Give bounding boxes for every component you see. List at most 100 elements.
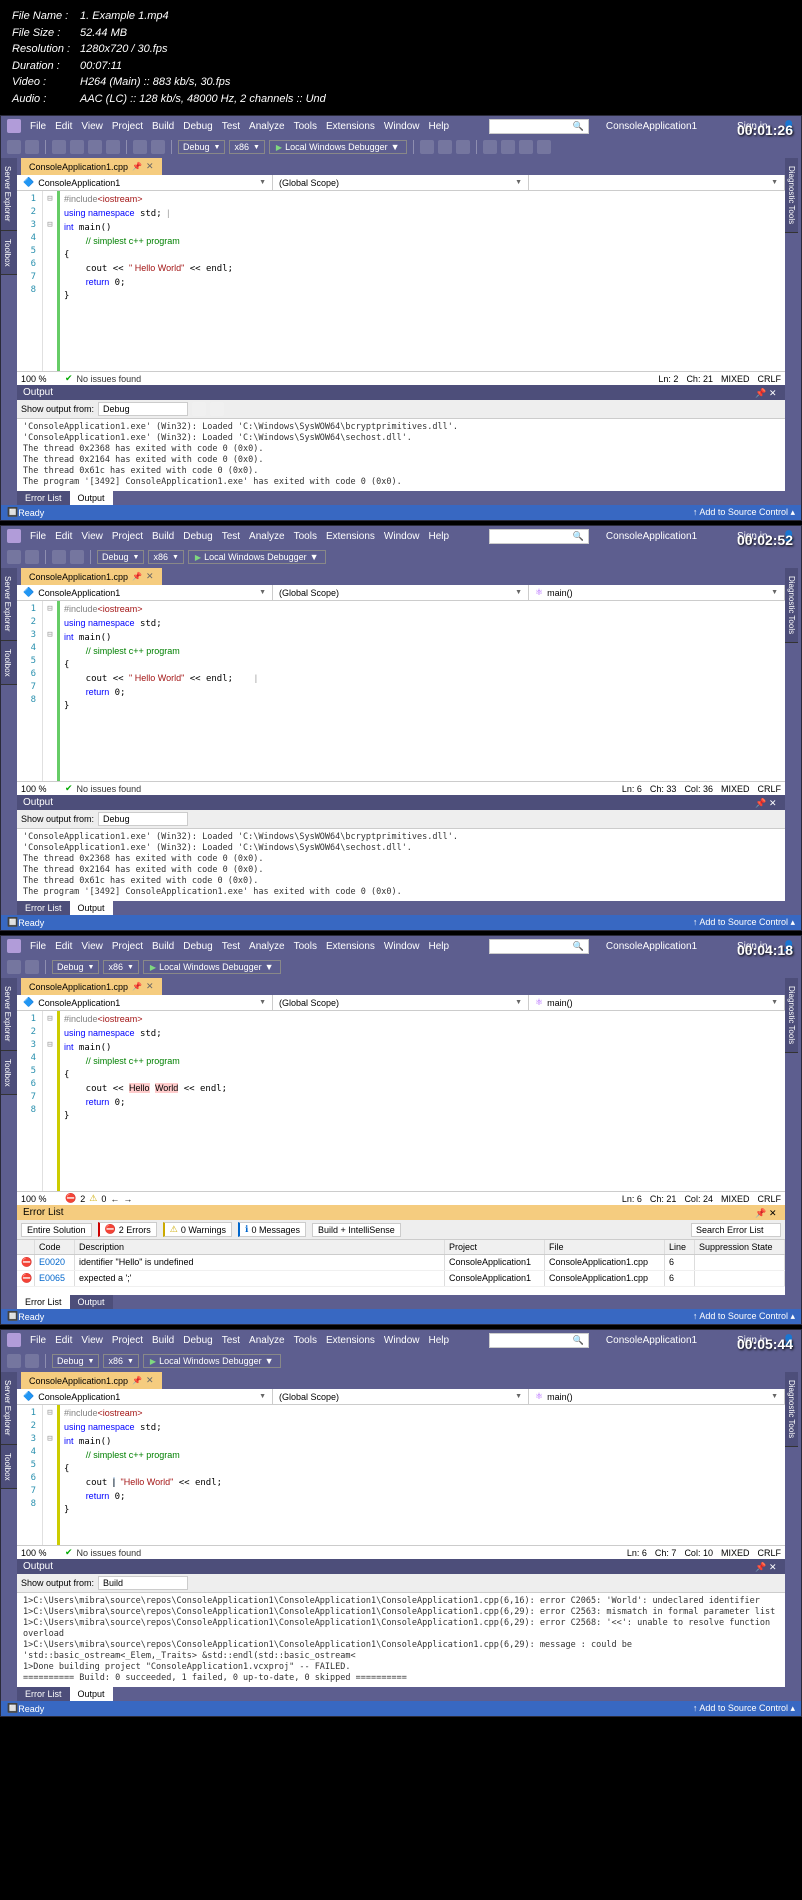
tb-icon[interactable]: [420, 140, 434, 154]
file-tab[interactable]: ConsoleApplication1.cpp📌✕: [21, 568, 162, 585]
menu-help[interactable]: Help: [428, 121, 449, 132]
close-icon[interactable]: ✕: [769, 1208, 779, 1218]
menu-help[interactable]: Help: [428, 531, 449, 542]
platform-dropdown[interactable]: x86▼: [103, 1354, 138, 1368]
col-project[interactable]: Project: [445, 1240, 545, 1254]
save-button[interactable]: [88, 140, 102, 154]
col-code[interactable]: Code: [35, 1240, 75, 1254]
tb-icon[interactable]: [210, 402, 224, 416]
global-scope[interactable]: (Global Scope)▼: [273, 1389, 529, 1404]
zoom-level[interactable]: 100 %: [21, 1194, 61, 1204]
menu-help[interactable]: Help: [428, 941, 449, 952]
save-button[interactable]: [52, 550, 66, 564]
platform-dropdown[interactable]: x86▼: [103, 960, 138, 974]
config-dropdown[interactable]: Debug▼: [52, 1354, 99, 1368]
menu-help[interactable]: Help: [428, 1335, 449, 1346]
undo-button[interactable]: [133, 140, 147, 154]
warnings-filter[interactable]: ⚠0 Warnings: [163, 1222, 232, 1237]
menu-analyze[interactable]: Analyze: [249, 1335, 285, 1346]
zoom-level[interactable]: 100 %: [21, 1548, 61, 1558]
pin-icon[interactable]: 📌: [132, 1376, 142, 1385]
project-scope[interactable]: 🔷ConsoleApplication1▼: [17, 995, 273, 1010]
global-scope[interactable]: (Global Scope)▼: [273, 175, 529, 190]
output-text[interactable]: 1>C:\Users\mibra\source\repos\ConsoleApp…: [17, 1593, 785, 1687]
project-scope[interactable]: 🔷ConsoleApplication1▼: [17, 1389, 273, 1404]
menu-debug[interactable]: Debug: [183, 121, 212, 132]
code-editor[interactable]: 12345678 ⊟⊟ #include<iostream> using nam…: [17, 1011, 785, 1191]
menu-extensions[interactable]: Extensions: [326, 1335, 375, 1346]
member-scope[interactable]: ⚛ main()▼: [529, 585, 785, 600]
tb-icon[interactable]: [483, 140, 497, 154]
close-icon[interactable]: ✕: [769, 1562, 779, 1572]
toolbox-tab[interactable]: Toolbox: [1, 1051, 17, 1096]
menu-extensions[interactable]: Extensions: [326, 941, 375, 952]
col-line[interactable]: Line: [665, 1240, 695, 1254]
messages-filter[interactable]: ℹ0 Messages: [238, 1222, 306, 1237]
forward-button[interactable]: [25, 140, 39, 154]
pin-icon[interactable]: 📌: [755, 1562, 765, 1572]
menu-tools[interactable]: Tools: [294, 121, 317, 132]
pin-icon[interactable]: 📌: [755, 1208, 765, 1218]
file-tab[interactable]: ConsoleApplication1.cpp📌✕: [21, 978, 162, 995]
error-list-tab[interactable]: Error List: [17, 1295, 70, 1309]
menu-window[interactable]: Window: [384, 121, 420, 132]
menu-test[interactable]: Test: [222, 121, 240, 132]
tb-icon[interactable]: [192, 402, 206, 416]
menu-project[interactable]: Project: [112, 941, 143, 952]
code-editor[interactable]: 12345678 ⊟⊟ #include<iostream> using nam…: [17, 1405, 785, 1545]
open-button[interactable]: [70, 140, 84, 154]
menu-tools[interactable]: Tools: [294, 941, 317, 952]
menu-build[interactable]: Build: [152, 941, 174, 952]
col-file[interactable]: File: [545, 1240, 665, 1254]
save-all-button[interactable]: [70, 550, 84, 564]
pin-icon[interactable]: 📌: [132, 572, 142, 581]
error-row[interactable]: ⛔ E0065 expected a ';' ConsoleApplicatio…: [17, 1271, 785, 1287]
global-scope[interactable]: (Global Scope)▼: [273, 995, 529, 1010]
output-source-dropdown[interactable]: Debug: [98, 812, 188, 826]
tb-icon[interactable]: [537, 140, 551, 154]
server-explorer-tab[interactable]: Server Explorer: [1, 1372, 17, 1445]
menu-analyze[interactable]: Analyze: [249, 941, 285, 952]
menu-debug[interactable]: Debug: [183, 531, 212, 542]
pin-icon[interactable]: 📌: [132, 162, 142, 171]
server-explorer-tab[interactable]: Server Explorer: [1, 158, 17, 231]
error-row[interactable]: ⛔ E0020 identifier "Hello" is undefined …: [17, 1255, 785, 1271]
server-explorer-tab[interactable]: Server Explorer: [1, 978, 17, 1051]
menu-project[interactable]: Project: [112, 1335, 143, 1346]
menu-test[interactable]: Test: [222, 941, 240, 952]
menu-edit[interactable]: Edit: [55, 531, 72, 542]
menu-edit[interactable]: Edit: [55, 941, 72, 952]
col-supp[interactable]: Suppression State: [695, 1240, 785, 1254]
platform-dropdown[interactable]: x86▼: [229, 140, 264, 154]
back-button[interactable]: [7, 140, 21, 154]
back-button[interactable]: [7, 1354, 21, 1368]
menu-tools[interactable]: Tools: [294, 1335, 317, 1346]
menu-view[interactable]: View: [81, 941, 103, 952]
global-scope[interactable]: (Global Scope)▼: [273, 585, 529, 600]
error-list-tab[interactable]: Error List: [17, 491, 70, 505]
new-button[interactable]: [52, 140, 66, 154]
menu-analyze[interactable]: Analyze: [249, 121, 285, 132]
menu-build[interactable]: Build: [152, 531, 174, 542]
config-dropdown[interactable]: Debug▼: [52, 960, 99, 974]
output-tab[interactable]: Output: [70, 491, 113, 505]
close-icon[interactable]: ✕: [146, 161, 154, 172]
menu-window[interactable]: Window: [384, 531, 420, 542]
close-icon[interactable]: ✕: [146, 1375, 154, 1386]
start-debug-button[interactable]: ▶Local Windows Debugger▼: [143, 1354, 281, 1368]
build-filter[interactable]: Build + IntelliSense: [312, 1223, 401, 1237]
menu-window[interactable]: Window: [384, 1335, 420, 1346]
error-search[interactable]: Search Error List: [691, 1223, 781, 1237]
member-scope[interactable]: ⚛ main()▼: [529, 995, 785, 1010]
menu-file[interactable]: File: [30, 941, 46, 952]
start-debug-button[interactable]: ▶Local Windows Debugger▼: [143, 960, 281, 974]
quick-search[interactable]: Search (Ctrl+Q)🔍: [489, 1333, 589, 1348]
redo-button[interactable]: [151, 140, 165, 154]
error-list-tab[interactable]: Error List: [17, 901, 70, 915]
quick-search[interactable]: Search (Ctrl+Q)🔍: [489, 939, 589, 954]
diagnostic-tools-tab[interactable]: Diagnostic Tools: [785, 1372, 798, 1447]
pin-icon[interactable]: 📌: [755, 798, 765, 808]
diagnostic-tools-tab[interactable]: Diagnostic Tools: [785, 978, 798, 1053]
pin-icon[interactable]: 📌: [755, 388, 765, 398]
start-debug-button[interactable]: ▶Local Windows Debugger▼: [269, 140, 407, 154]
